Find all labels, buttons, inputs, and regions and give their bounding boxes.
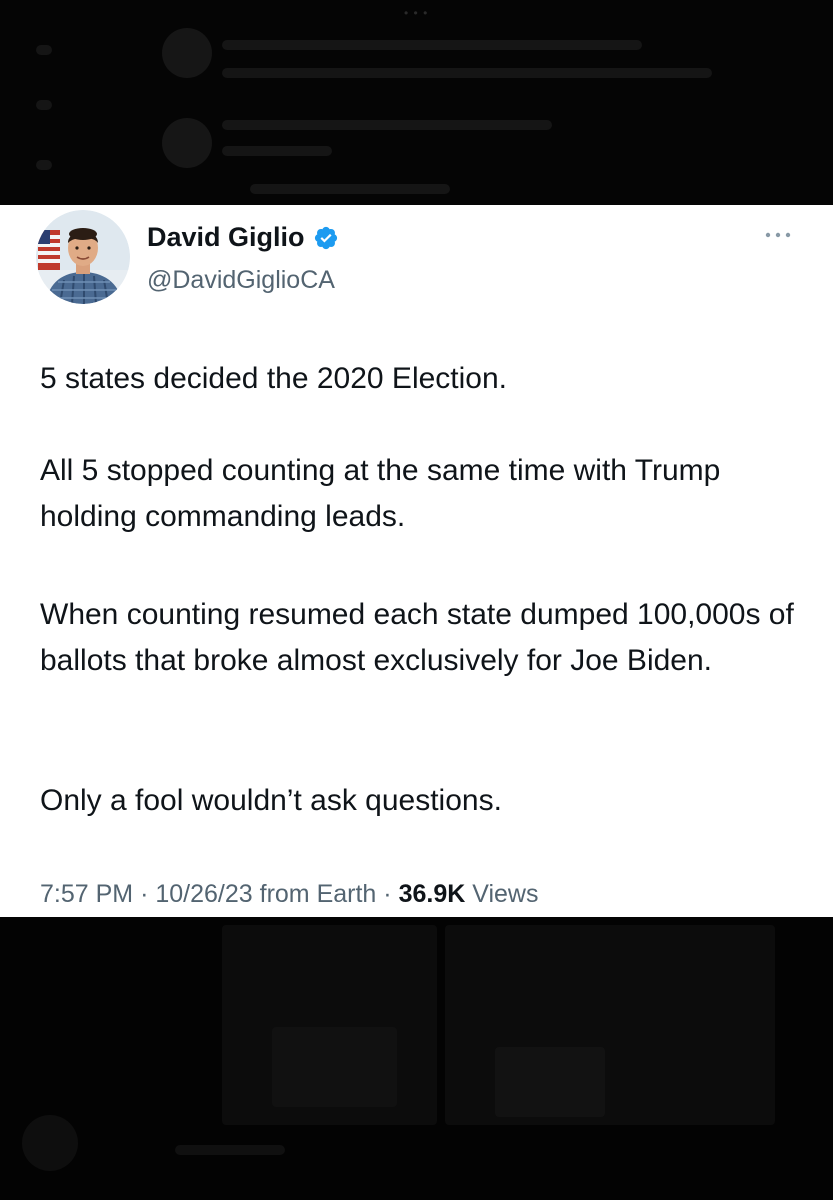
tweet-text-paragraph: All 5 stopped counting at the same time … <box>40 454 721 533</box>
tweet-date[interactable]: 10/26/23 <box>155 880 252 908</box>
tweet-text-paragraph: 5 states decided the 2020 Election. <box>40 362 507 395</box>
blurred-line <box>222 146 332 156</box>
verified-badge-icon <box>314 226 337 249</box>
blurred-line <box>36 160 52 170</box>
blurred-thumbnail <box>495 1047 605 1117</box>
author-name-row[interactable]: David Giglio <box>147 222 339 253</box>
avatar[interactable] <box>36 210 130 304</box>
screenshot: • • • David Giglio @DavidGiglioCA 5 stat… <box>0 0 833 1200</box>
views-count: 36.9K <box>398 880 466 908</box>
more-options-icon[interactable] <box>763 229 793 241</box>
blurred-thumbnail <box>272 1027 397 1107</box>
blurred-line <box>222 120 552 130</box>
blurred-previous-post: • • • <box>0 0 833 205</box>
blurred-line <box>36 100 52 110</box>
blurred-line <box>250 184 450 194</box>
blurred-avatar <box>22 1115 78 1171</box>
blurred-line <box>36 45 52 55</box>
blurred-next-content <box>0 917 833 1200</box>
blurred-avatar <box>162 118 212 168</box>
blurred-dots-icon: • • • <box>404 6 429 20</box>
tweet-time[interactable]: 7:57 PM <box>40 880 133 908</box>
handle[interactable]: @DavidGiglioCA <box>147 266 335 295</box>
blurred-line <box>175 1145 285 1155</box>
views-label: Views <box>472 880 539 908</box>
tweet-text-paragraph: When counting resumed each state dumped … <box>40 598 794 677</box>
meta-separator: · <box>383 880 392 908</box>
tweet-meta: 7:57 PM · 10/26/23 from Earth · 36.9K Vi… <box>40 880 538 909</box>
display-name[interactable]: David Giglio <box>147 222 305 253</box>
meta-separator: · <box>140 880 149 908</box>
blurred-line <box>222 40 642 50</box>
avatar-image <box>36 210 130 304</box>
tweet-source: from Earth <box>259 880 377 908</box>
tweet-text-paragraph: Only a fool wouldn’t ask questions. <box>40 784 502 817</box>
blurred-avatar <box>162 28 212 78</box>
blurred-line <box>222 68 712 78</box>
